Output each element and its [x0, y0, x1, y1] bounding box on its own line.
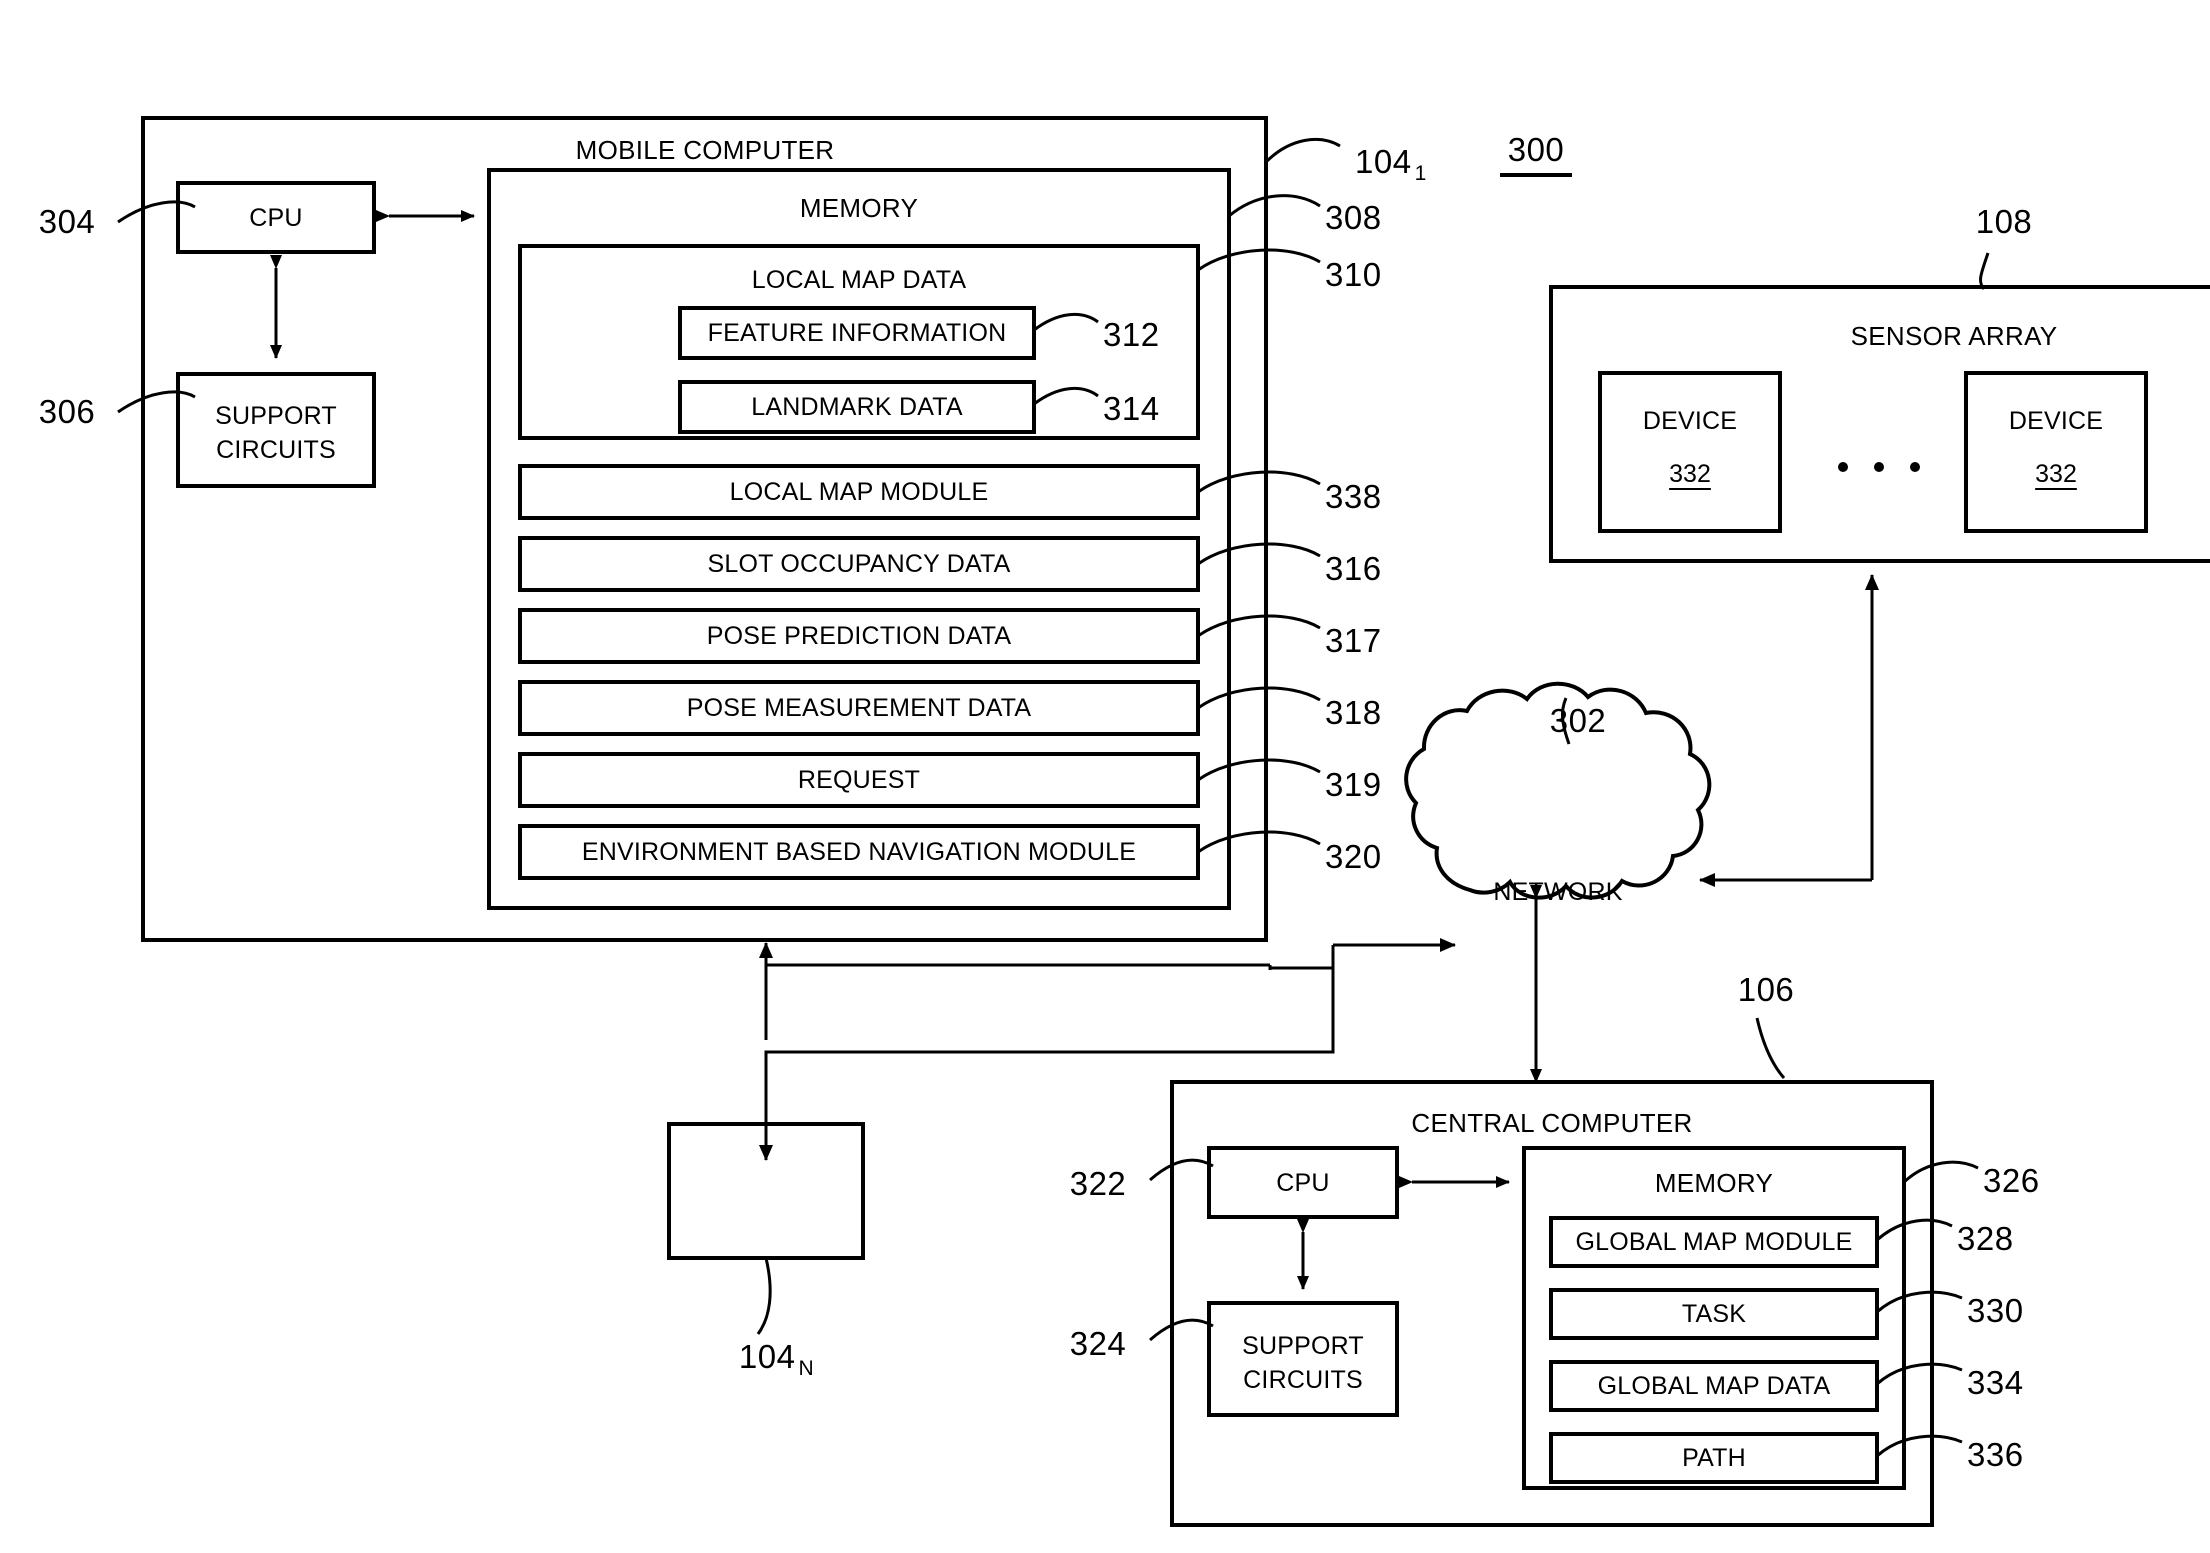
ref-104n-value: 104: [738, 1338, 796, 1375]
central-cpu-label: CPU: [1276, 1169, 1330, 1197]
network-label: NETWORK: [1493, 878, 1623, 906]
mobile-support-circuits-line1: SUPPORT: [215, 402, 337, 430]
ref-302: 302: [1549, 702, 1607, 739]
request-label: REQUEST: [797, 766, 921, 794]
diagram-lines: [117, 116, 2210, 1527]
ref-330: 330: [1967, 1292, 2024, 1329]
ref-308: 308: [1325, 199, 1382, 236]
mobile-memory-title: MEMORY: [799, 193, 919, 223]
central-support-circuits-line1: SUPPORT: [1242, 1332, 1364, 1360]
sensor-array-title: SENSOR ARRAY: [1850, 321, 2058, 351]
local-map-data-title: LOCAL MAP DATA: [751, 266, 967, 294]
ref-336: 336: [1967, 1436, 2024, 1473]
ref-320: 320: [1325, 838, 1382, 875]
ref-312: 312: [1103, 316, 1160, 353]
ref-104-n: 104 N: [738, 1338, 814, 1379]
ref-322: 322: [1069, 1165, 1127, 1202]
ref-334: 334: [1967, 1364, 2024, 1401]
ref-318: 318: [1325, 694, 1382, 731]
ref-310: 310: [1325, 256, 1382, 293]
ref-104-1: 104 1: [1355, 143, 1426, 184]
central-support-circuits-line2: CIRCUITS: [1243, 1365, 1363, 1394]
central-memory-title: MEMORY: [1654, 1168, 1774, 1198]
task-label: TASK: [1681, 1300, 1747, 1328]
feature-information-label: FEATURE INFORMATION: [707, 319, 1007, 347]
global-map-data-label: GLOBAL MAP DATA: [1597, 1372, 1831, 1400]
ref-317: 317: [1325, 622, 1382, 659]
sensor-device-2-ref: 332: [2035, 460, 2077, 488]
patent-figure-300: 300 MOBILE COMPUTER CPU SUPPORT CIRCUITS…: [0, 0, 2210, 1553]
slot-occupancy-data-label: SLOT OCCUPANCY DATA: [707, 550, 1011, 578]
global-map-module-label: GLOBAL MAP MODULE: [1575, 1228, 1853, 1256]
ref-108: 108: [1975, 203, 2033, 240]
ref-326: 326: [1983, 1162, 2040, 1199]
ref-328: 328: [1957, 1220, 2014, 1257]
ref-104-subscript: 1: [1414, 162, 1427, 185]
sensor-device-1-label: DEVICE: [1642, 407, 1738, 435]
sensor-device-1-ref: 332: [1669, 460, 1711, 488]
ref-324: 324: [1069, 1325, 1127, 1362]
sensor-device-2-label: DEVICE: [2008, 407, 2104, 435]
mobile-support-circuits-label: SUPPORT CIRCUITS: [215, 400, 337, 468]
central-support-circuits-label: SUPPORT CIRCUITS: [1242, 1330, 1364, 1398]
ref-316: 316: [1325, 550, 1382, 587]
path-label: PATH: [1682, 1444, 1746, 1472]
figure-number: 300: [1507, 131, 1565, 168]
ref-306: 306: [38, 393, 96, 430]
ref-319: 319: [1325, 766, 1382, 803]
landmark-data-label: LANDMARK DATA: [751, 393, 963, 421]
local-map-module-label: LOCAL MAP MODULE: [729, 478, 989, 506]
environment-based-navigation-module-label: ENVIRONMENT BASED NAVIGATION MODULE: [581, 838, 1137, 866]
pose-prediction-data-label: POSE PREDICTION DATA: [706, 622, 1012, 650]
mobile-cpu-label: CPU: [249, 204, 303, 232]
mobile-support-circuits-line2: CIRCUITS: [216, 435, 336, 464]
mobile-computer-title: MOBILE COMPUTER: [575, 135, 835, 165]
central-computer-title: CENTRAL COMPUTER: [1411, 1108, 1693, 1138]
sensor-devices-ellipsis-icon: [1838, 462, 1920, 472]
ref-104-value: 104: [1355, 143, 1412, 180]
ref-314: 314: [1103, 390, 1160, 427]
ref-106: 106: [1737, 971, 1795, 1008]
ref-338: 338: [1325, 478, 1382, 515]
pose-measurement-data-label: POSE MEASUREMENT DATA: [686, 694, 1032, 722]
ref-304: 304: [38, 203, 96, 240]
ref-104n-subscript: N: [798, 1357, 815, 1380]
